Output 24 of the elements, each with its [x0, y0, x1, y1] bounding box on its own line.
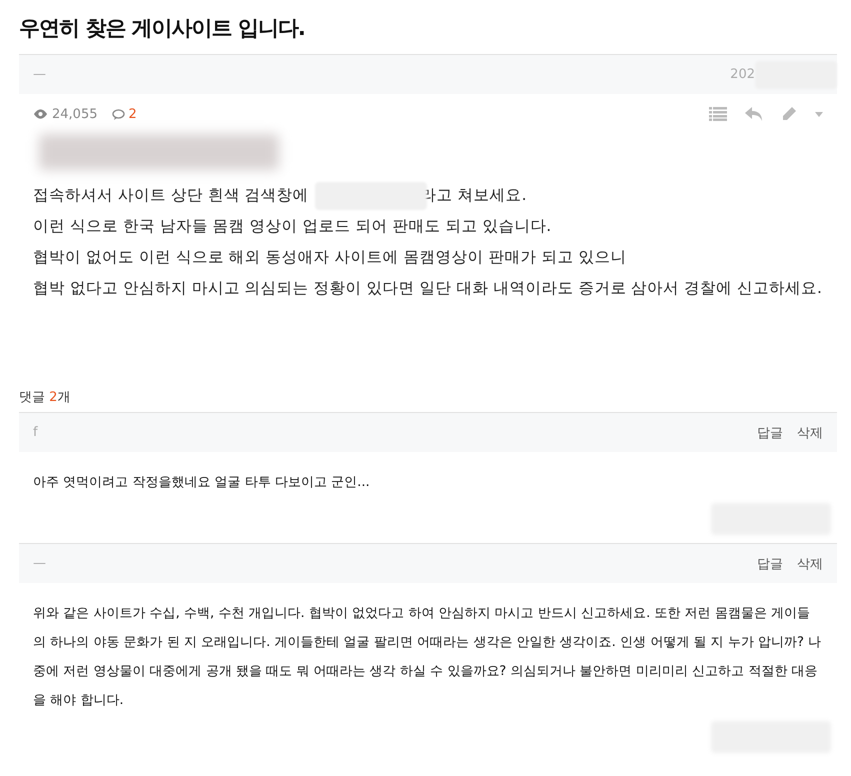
- reply-icon[interactable]: [745, 107, 763, 121]
- body-text: 협박 없다고 안심하지 마시고 의심되는 정황이 있다면 일단 대화 내역이라도 증거로 삼아서 경찰에 신고하세요.: [33, 278, 823, 299]
- body-text: 협박이 없어도 이런 식으로 해외 동성애자 사이트에 몸캠영상이 판매가 되고 있으니: [33, 247, 628, 268]
- delete-link[interactable]: 삭제: [797, 424, 823, 442]
- view-count: 24,055: [52, 106, 98, 122]
- comment-text: 아주 엿먹이려고 작정을했네요 얼굴 타투 다보이고 군인...: [32, 474, 371, 492]
- comment-author: f: [33, 425, 38, 440]
- delete-link[interactable]: 삭제: [797, 554, 823, 572]
- body-text: 접속하셔서 사이트 상단 흰색 검색창에: [33, 185, 309, 206]
- caret-icon[interactable]: [815, 112, 823, 116]
- comments-heading: 댓글 2개: [19, 389, 72, 407]
- post-date: 202: [730, 67, 755, 82]
- reply-link[interactable]: 답글: [757, 424, 783, 442]
- pencil-icon[interactable]: [781, 106, 797, 122]
- list-icon[interactable]: [709, 107, 727, 121]
- comment-author: —: [33, 556, 46, 571]
- comment-text: 위와 같은 사이트가 수십, 수백, 수천 개입니다. 협박이 없었다고 하여 안심하지 마시고 반드시 신고하세요. 또한 저런 몸캠물은 게이들의 하나의 야동 문화가 된 지 오래입니다. 게이들한테 얼굴 팔리면 어때라는 생각은 안일한 생각이죠. 인생 어떻게 될 지 누가 압니까? 나중에 저런 영상물이 대중에게 공개 됐을 때도 뭐 어때라는 생각 하실 수 있을까요? 의심되거나 불안하면 미리미리 신고하고 적절한 대응을 해야 합니다.: [32, 605, 822, 710]
- post-title: 우연히 찾은 게이사이트 입니다.: [19, 15, 306, 42]
- body-text: 이런 식으로 한국 남자들 몸캠 영상이 업로드 되어 판매도 되고 있습니다.: [33, 216, 552, 237]
- author-name: —: [33, 67, 46, 82]
- eye-icon: [33, 109, 48, 119]
- comment-icon: [112, 108, 124, 120]
- comment-count: 2: [128, 106, 137, 122]
- reply-link[interactable]: 답글: [757, 554, 783, 572]
